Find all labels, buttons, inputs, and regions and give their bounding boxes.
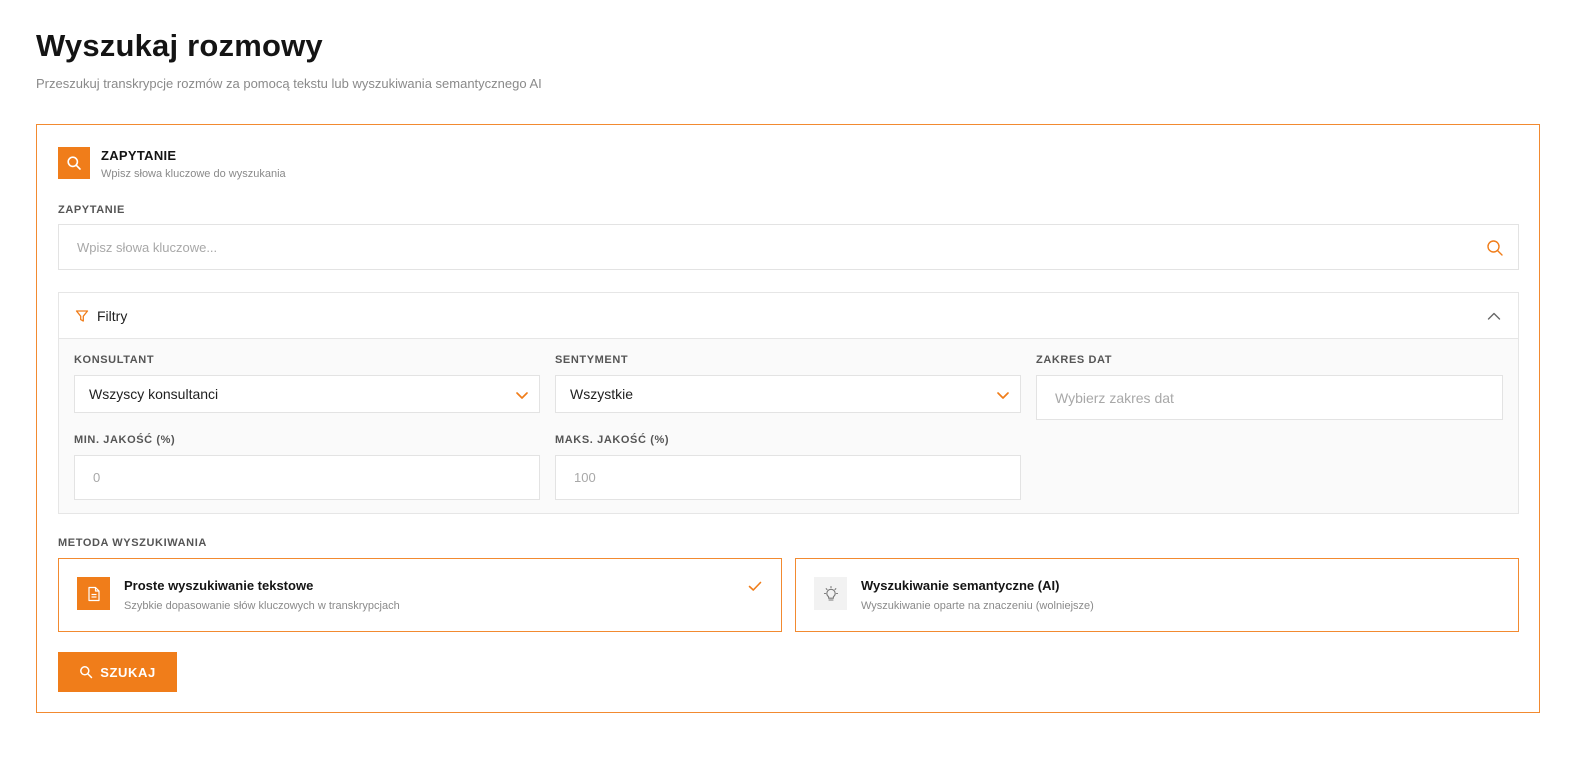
chevron-up-icon[interactable] <box>1486 308 1502 324</box>
date-range-label: ZAKRES DAT <box>1036 354 1113 366</box>
sentiment-select-value: Wszystkie <box>570 386 633 402</box>
search-card: ZAPYTANIE Wpisz słowa kluczowe do wyszuk… <box>36 124 1540 713</box>
search-icon <box>80 666 93 679</box>
method-option-text[interactable]: Proste wyszukiwanie tekstowe Szybkie dop… <box>58 558 782 632</box>
search-button-label: SZUKAJ <box>100 664 156 680</box>
consultant-select[interactable]: Wszyscy konsultanci <box>74 375 540 413</box>
card-subtitle: Wpisz słowa kluczowe do wyszukania <box>101 168 286 180</box>
lightbulb-icon <box>814 577 847 610</box>
filter-icon <box>75 309 89 322</box>
search-icon[interactable] <box>1486 239 1504 257</box>
filters-panel: Filtry KONSULTANT Wszyscy konsultanci SE… <box>58 292 1519 514</box>
method-option-description: Szybkie dopasowanie słów kluczowych w tr… <box>124 600 400 612</box>
search-icon <box>58 147 90 179</box>
chevron-down-icon <box>997 392 1009 399</box>
search-button[interactable]: SZUKAJ <box>58 652 177 692</box>
date-range-input[interactable] <box>1037 376 1502 419</box>
query-label: ZAPYTANIE <box>58 204 125 216</box>
card-title: ZAPYTANIE <box>101 148 177 163</box>
method-option-title: Wyszukiwanie semantyczne (AI) <box>861 578 1060 593</box>
method-option-description: Wyszukiwanie oparte na znaczeniu (wolnie… <box>861 600 1094 612</box>
search-method-label: METODA WYSZUKIWANIA <box>58 537 207 549</box>
check-icon <box>748 581 762 591</box>
max-quality-label: MAKS. JAKOŚĆ (%) <box>555 434 670 446</box>
min-quality-field <box>74 455 540 500</box>
min-quality-input[interactable] <box>75 456 539 499</box>
sentiment-label: SENTYMENT <box>555 354 629 366</box>
page-title: Wyszukaj rozmowy <box>36 28 323 63</box>
max-quality-field <box>555 455 1021 500</box>
query-field <box>58 224 1519 270</box>
max-quality-input[interactable] <box>556 456 1020 499</box>
document-icon <box>77 577 110 610</box>
sentiment-select[interactable]: Wszystkie <box>555 375 1021 413</box>
card-header: ZAPYTANIE Wpisz słowa kluczowe do wyszuk… <box>58 147 286 181</box>
date-range-field <box>1036 375 1503 420</box>
page-subtitle: Przeszukuj transkrypcje rozmów za pomocą… <box>36 76 542 91</box>
query-input[interactable] <box>59 225 1518 269</box>
consultant-select-value: Wszyscy konsultanci <box>89 386 219 402</box>
consultant-label: KONSULTANT <box>74 354 155 366</box>
min-quality-label: MIN. JAKOŚĆ (%) <box>74 434 176 446</box>
filters-toggle[interactable]: Filtry <box>59 293 1518 339</box>
page-header: Wyszukaj rozmowy Przeszukuj transkrypcje… <box>36 28 542 92</box>
method-option-title: Proste wyszukiwanie tekstowe <box>124 578 314 593</box>
method-option-semantic[interactable]: Wyszukiwanie semantyczne (AI) Wyszukiwan… <box>795 558 1519 632</box>
filters-title: Filtry <box>97 307 128 324</box>
chevron-down-icon <box>516 392 528 399</box>
